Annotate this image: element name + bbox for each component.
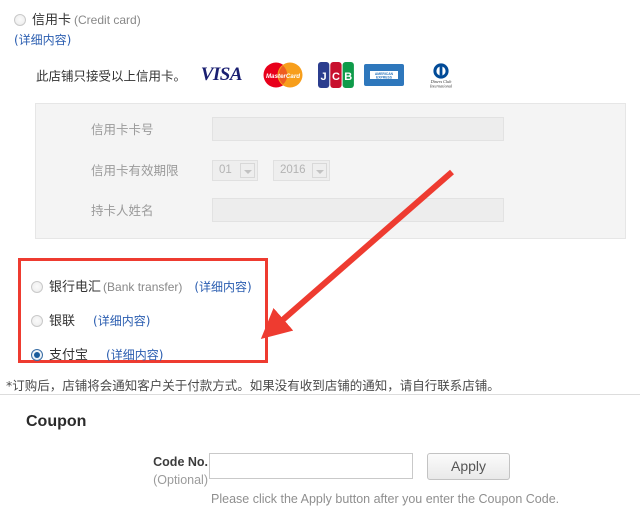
bank-transfer-label-en: (Bank transfer)	[103, 280, 183, 294]
payment-option-alipay[interactable]: 支付宝 (详细内容)	[31, 344, 163, 363]
payment-option-bank-transfer[interactable]: 银行电汇 (Bank transfer) (详细内容)	[31, 276, 252, 295]
coupon-optional-text: (Optional)	[153, 473, 208, 487]
holder-name-row: 持卡人姓名	[36, 198, 625, 224]
payment-notice-text: *订购后，店铺将会通知客户关于付款方式。如果没有收到店铺的通知，请自行联系店铺。	[6, 378, 500, 393]
payment-methods-highlight-box: 银行电汇 (Bank transfer) (详细内容) 银联 (详细内容) 支付宝 (详…	[18, 258, 268, 363]
coupon-code-label: Code No. (Optional)	[60, 455, 208, 488]
diners-club-logo: Diners Club International	[414, 61, 467, 89]
coupon-section-title: Coupon	[26, 413, 87, 430]
svg-text:International: International	[429, 83, 453, 88]
apply-coupon-button[interactable]: Apply	[427, 453, 510, 480]
credit-card-label-cn: 信用卡	[32, 13, 72, 28]
credit-card-radio[interactable]	[14, 14, 26, 26]
credit-card-detail-link[interactable]: (详细内容)	[14, 31, 71, 48]
expiry-month-select[interactable]: 01	[212, 160, 258, 181]
accepted-cards-row: 此店铺只接受以上信用卡。 VISA MasterCard J C B AMERI…	[36, 61, 473, 89]
expiry-row: 信用卡有效期限 01 2016	[36, 158, 625, 184]
alipay-label-cn: 支付宝	[49, 348, 89, 363]
coupon-hint-text: Please click the Apply button after you …	[211, 492, 560, 506]
svg-text:MasterCard: MasterCard	[266, 73, 300, 80]
bank-transfer-detail-link[interactable]: (详细内容)	[194, 280, 251, 294]
unionpay-radio[interactable]	[31, 315, 43, 327]
accepted-cards-text: 此店铺只接受以上信用卡。	[36, 68, 187, 84]
card-number-row: 信用卡卡号	[36, 117, 625, 143]
svg-text:J: J	[321, 71, 327, 83]
unionpay-label-cn: 银联	[49, 314, 76, 329]
payment-option-unionpay[interactable]: 银联 (详细内容)	[31, 310, 150, 329]
alipay-radio[interactable]	[31, 349, 43, 361]
bank-transfer-radio[interactable]	[31, 281, 43, 293]
svg-text:EXPRESS: EXPRESS	[376, 75, 393, 79]
expiry-month-value: 01	[219, 164, 232, 176]
credit-card-label-en: (Credit card)	[74, 13, 141, 27]
credit-card-payment-option[interactable]: 信用卡 (Credit card)	[14, 9, 141, 28]
visa-logo: VISA	[195, 64, 248, 86]
coupon-code-label-text: Code No.	[153, 455, 208, 469]
chevron-down-icon[interactable]	[312, 163, 327, 178]
card-number-input[interactable]	[212, 117, 504, 141]
chevron-down-icon[interactable]	[240, 163, 255, 178]
svg-text:C: C	[332, 71, 340, 83]
holder-name-label: 持卡人姓名	[91, 203, 154, 218]
amex-logo: AMERICAN EXPRESS	[363, 62, 405, 88]
unionpay-detail-link[interactable]: (详细内容)	[93, 314, 150, 328]
card-logo-list: VISA MasterCard J C B AMERICAN EXPRESS D…	[195, 61, 472, 89]
bank-transfer-label-cn: 银行电汇	[49, 280, 102, 295]
expiry-label: 信用卡有效期限	[91, 163, 179, 178]
section-divider	[0, 394, 640, 395]
card-number-label: 信用卡卡号	[91, 122, 154, 137]
expiry-year-select[interactable]: 2016	[273, 160, 330, 181]
jcb-logo: J C B	[318, 62, 354, 88]
mastercard-logo: MasterCard	[257, 62, 309, 88]
alipay-detail-link[interactable]: (详细内容)	[106, 348, 163, 362]
expiry-year-value: 2016	[280, 164, 306, 176]
coupon-code-input[interactable]	[209, 453, 413, 479]
credit-card-form-panel: 信用卡卡号 信用卡有效期限 01 2016 持卡人姓名	[35, 103, 626, 239]
holder-name-input[interactable]	[212, 198, 504, 222]
svg-text:B: B	[344, 71, 352, 83]
